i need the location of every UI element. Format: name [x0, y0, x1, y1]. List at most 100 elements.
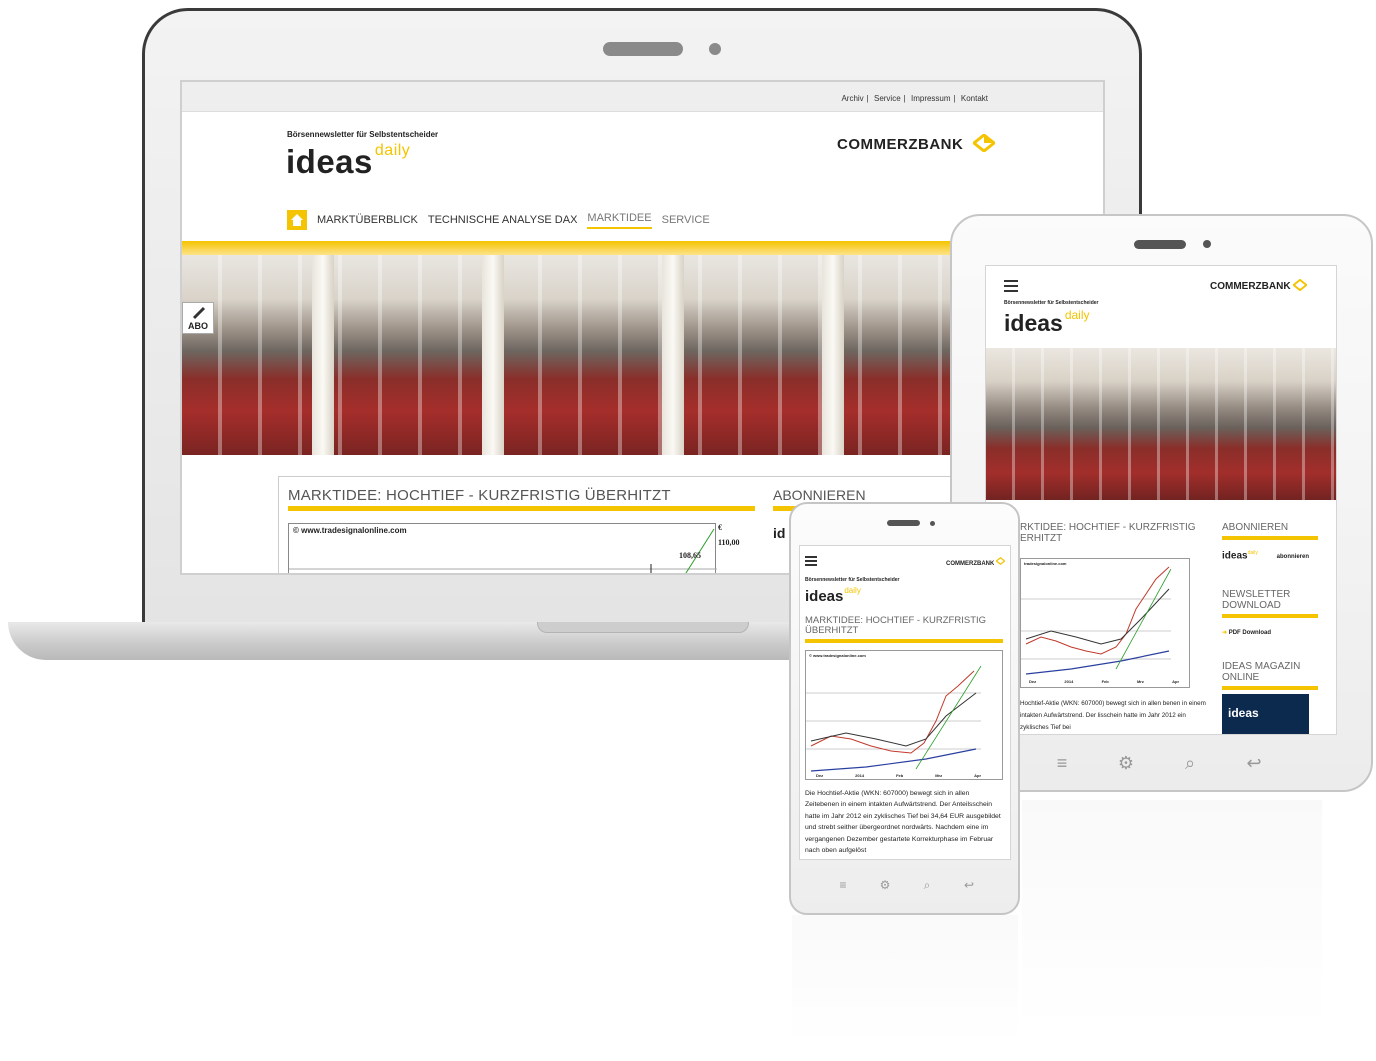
- chart-last-price: 108,65: [679, 551, 701, 560]
- top-nav-impressum[interactable]: Impressum: [911, 94, 951, 103]
- tablet-x-label: Apr: [1172, 679, 1179, 684]
- phone-tagline: Börsennewsletter für Selbstentscheider: [805, 577, 900, 583]
- tablet-newsletter-title: NEWSLETTER DOWNLOAD: [1222, 589, 1291, 611]
- tablet-pdf-download-label: PDF Download: [1228, 630, 1272, 636]
- tablet-pdf-download-link[interactable]: ➜ PDF Download: [1222, 629, 1271, 636]
- menu-icon[interactable]: ≡: [1048, 753, 1076, 774]
- phone-commerzbank-logo[interactable]: COMMERZBANK: [946, 556, 1006, 567]
- tablet-abo-ideas-super: daily: [1247, 550, 1258, 556]
- phone-screen: COMMERZBANK Börsennewsletter für Selbste…: [799, 545, 1011, 860]
- chart-tick-110: 110,00: [718, 538, 740, 547]
- phone-article-headline: MARKTIDEE: HOCHTIEF - KURZFRISTIG ÜBERHI…: [805, 615, 987, 636]
- phone-stock-chart: © www.tradesignalonline.com Dez 2014 Feb…: [805, 650, 1003, 780]
- laptop-camera: [709, 43, 721, 55]
- tablet-abonnieren-link[interactable]: abonnieren: [1277, 554, 1309, 560]
- nav-service[interactable]: SERVICE: [662, 214, 710, 226]
- phone-speaker: [887, 520, 920, 526]
- menu-icon[interactable]: [805, 556, 817, 568]
- tagline: Börsennewsletter für Selbstentscheider: [287, 130, 439, 139]
- sidebar-ideas-logo[interactable]: id: [773, 525, 785, 541]
- tablet-abonnieren-title: ABONNIEREN: [1222, 522, 1289, 533]
- phone-chart-x-axis: Dez 2014 Feb Mrz Apr: [816, 773, 981, 778]
- phone-reflection: [792, 915, 1018, 1045]
- bank-name: COMMERZBANK: [837, 136, 964, 153]
- tablet-abo-ideas-label: ideas: [1222, 550, 1248, 562]
- headline-underline: [288, 506, 755, 511]
- tablet-abonnieren-bar: [1222, 536, 1318, 540]
- top-bar: Archiv | Service | Impressum | Kontakt: [182, 82, 1103, 112]
- tablet-logo-super: daily: [1064, 308, 1090, 322]
- top-nav-archiv[interactable]: Archiv: [841, 94, 863, 103]
- gear-icon[interactable]: ⚙: [874, 878, 896, 893]
- tablet-ideas-logo[interactable]: ideas daily: [1004, 308, 1090, 337]
- phone-ideas-logo[interactable]: ideasdaily: [805, 586, 861, 605]
- phone-logo-main: ideas: [805, 588, 844, 605]
- phone-logo-super: daily: [844, 586, 861, 595]
- tablet-tagline: Börsennewsletter für Selbstentscheider: [1004, 300, 1099, 306]
- phone-x-label: Mrz: [935, 773, 943, 778]
- tablet-chart-canvas: [1021, 566, 1172, 675]
- nav-marktueberblick[interactable]: MARKTÜBERBLICK: [317, 214, 418, 226]
- tablet-magazin-bar: [1222, 686, 1318, 690]
- search-icon[interactable]: ⌕: [916, 878, 938, 893]
- tablet-article-headline: RKTIDEE: HOCHTIEF - KURZFRISTIG ERHITZT: [1020, 522, 1196, 544]
- top-nav: Archiv | Service | Impressum | Kontakt: [841, 94, 988, 103]
- phone-x-label: 2014: [855, 773, 865, 778]
- ideas-daily-logo[interactable]: ideas daily: [286, 142, 410, 181]
- gear-icon[interactable]: ⚙: [1112, 753, 1140, 774]
- commerzbank-logo-icon: [995, 556, 1006, 566]
- sidebar-abonnieren-title: ABONNIEREN: [773, 487, 866, 503]
- tablet-magazin-title: IDEAS MAGAZIN ONLINE: [1222, 661, 1301, 683]
- tablet-abo-ideas[interactable]: ideasdaily abonnieren: [1222, 548, 1322, 563]
- commerzbank-logo-icon: [973, 134, 995, 152]
- nav-marktidee[interactable]: MARKTIDEE: [587, 212, 652, 229]
- main-nav: MARKTÜBERBLICK TECHNISCHE ANALYSE DAX MA…: [287, 210, 710, 230]
- phone-x-label: Apr: [974, 773, 981, 778]
- tablet-commerzbank-logo[interactable]: COMMERZBANK: [1210, 278, 1309, 292]
- phone-camera: [930, 521, 935, 526]
- tablet-x-label: Dez: [1029, 679, 1037, 684]
- nav-technische-analyse[interactable]: TECHNISCHE ANALYSE DAX: [428, 214, 578, 226]
- tablet-screen: COMMERZBANK Börsennewsletter für Selbste…: [985, 265, 1337, 735]
- tablet-hero-image: [986, 348, 1336, 500]
- abo-button[interactable]: ABO: [182, 302, 214, 334]
- logo-super: daily: [374, 142, 411, 159]
- tablet-logo-main: ideas: [1004, 310, 1063, 336]
- commerzbank-logo[interactable]: COMMERZBANK: [837, 134, 995, 153]
- laptop-notch: [537, 622, 749, 633]
- tablet-chart-x-axis: Dez 2014 Feb Mrz Apr: [1029, 679, 1179, 684]
- back-icon[interactable]: ↩: [1240, 753, 1268, 774]
- laptop-speaker: [603, 42, 683, 56]
- menu-icon[interactable]: [1004, 280, 1018, 295]
- phone-headline-bar: [805, 639, 1003, 643]
- home-icon: [291, 214, 303, 226]
- tablet-stock-chart: tradesignalonline.com Dez 2014 Feb Mrz A…: [1020, 558, 1190, 688]
- logo-main: ideas: [286, 143, 373, 180]
- phone-softkeys: ≡ ⚙ ⌕ ↩: [832, 878, 980, 893]
- tablet-camera: [1203, 240, 1211, 248]
- tablet-magazin-cover[interactable]: ideas: [1222, 694, 1309, 734]
- home-button[interactable]: [287, 210, 307, 230]
- phone-x-label: Dez: [816, 773, 824, 778]
- abo-label: ABO: [188, 321, 208, 331]
- pen-icon: [192, 306, 206, 320]
- chart-axis: € 110,00: [718, 523, 740, 547]
- stock-chart: © www.tradesignalonline.com 108,65: [288, 523, 717, 573]
- tablet-softkeys: ≡ ⚙ ⌕ ↩: [1048, 753, 1268, 774]
- tablet-bank-name: COMMERZBANK: [1210, 281, 1291, 292]
- tablet-article-body: Hochtief-Aktie (WKN: 607000) bewegt sich…: [1020, 700, 1206, 731]
- phone-bank-name: COMMERZBANK: [946, 561, 995, 567]
- commerzbank-logo-icon: [1292, 278, 1309, 292]
- back-icon[interactable]: ↩: [958, 878, 980, 893]
- tablet-reflection: [1022, 800, 1322, 1030]
- menu-icon[interactable]: ≡: [832, 878, 854, 893]
- tablet-newsletter-bar: [1222, 614, 1318, 618]
- chart-currency: €: [718, 523, 722, 532]
- chart-canvas: [289, 528, 717, 573]
- tablet-speaker: [1134, 240, 1186, 249]
- phone-article-body: Die Hochtief-Aktie (WKN: 607000) bewegt …: [805, 790, 1001, 855]
- top-nav-kontakt[interactable]: Kontakt: [961, 94, 988, 103]
- top-nav-service[interactable]: Service: [874, 94, 901, 103]
- phone-chart-canvas: [806, 665, 982, 772]
- search-icon[interactable]: ⌕: [1176, 753, 1204, 774]
